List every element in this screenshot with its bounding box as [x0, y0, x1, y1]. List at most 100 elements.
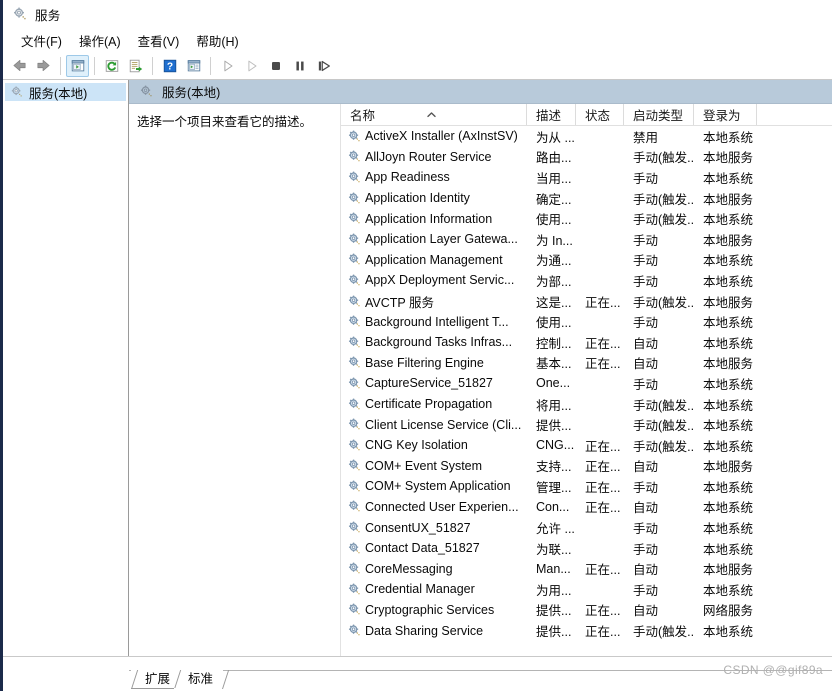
- cell-service-description: 为 In...: [536, 233, 573, 248]
- cell-service-logon: 本地服务: [703, 151, 754, 166]
- toolbar-pause-service[interactable]: [288, 55, 311, 77]
- column-header-name[interactable]: 名称: [341, 104, 527, 125]
- column-header-name-label: 名称: [350, 109, 376, 123]
- tab-standard[interactable]: 标准: [174, 670, 224, 689]
- column-header-log-on-as[interactable]: 登录为: [694, 104, 757, 125]
- cell-service-startup: 自动: [633, 357, 659, 372]
- cell-service-name: CNG Key Isolation: [341, 438, 527, 453]
- table-row[interactable]: Base Filtering Engine 基本... 正在... 自动 本地服务: [341, 353, 832, 374]
- cell-service-status: 正在...: [585, 480, 621, 495]
- toolbar-restart-service[interactable]: [312, 55, 335, 77]
- cell-service-logon: 本地系统: [703, 316, 754, 331]
- menu-file[interactable]: 文件(F): [13, 29, 71, 52]
- toolbar-separator-1: [60, 56, 61, 75]
- toolbar-stop-service[interactable]: [264, 55, 287, 77]
- cell-service-description: 支持...: [536, 460, 572, 475]
- cell-service-startup: 手动(触发...: [633, 151, 694, 166]
- cell-service-startup: 手动(触发...: [633, 419, 694, 434]
- service-gear-icon: [347, 417, 362, 432]
- toolbar-properties[interactable]: [182, 55, 205, 77]
- cell-service-name: CoreMessaging: [341, 561, 527, 576]
- table-row[interactable]: Cryptographic Services 提供... 正在... 自动 网络服务: [341, 600, 832, 621]
- sort-ascending-icon: [427, 107, 436, 118]
- table-row[interactable]: ConsentUX_51827 允许 ... 手动 本地系统: [341, 517, 832, 538]
- service-gear-icon: [347, 149, 362, 164]
- column-header-status[interactable]: 状态: [576, 104, 624, 125]
- column-header-description[interactable]: 描述: [527, 104, 576, 125]
- column-header-startup-type-label: 启动类型: [633, 109, 684, 123]
- table-row[interactable]: Contact Data_51827 为联... 手动 本地系统: [341, 538, 832, 559]
- table-row[interactable]: CaptureService_51827 One... 手动 本地系统: [341, 373, 832, 394]
- cell-service-description: Con...: [536, 499, 570, 514]
- tree-node-services-local[interactable]: 服务(本地): [5, 83, 126, 101]
- cell-service-name: COM+ Event System: [341, 458, 527, 473]
- cell-service-name: ActiveX Installer (AxInstSV): [341, 129, 527, 144]
- menu-view[interactable]: 查看(V): [130, 29, 189, 52]
- table-row[interactable]: COM+ Event System 支持... 正在... 自动 本地服务: [341, 456, 832, 477]
- toolbar-back[interactable]: [8, 55, 31, 77]
- table-row[interactable]: AVCTP 服务 这是... 正在... 手动(触发... 本地服务: [341, 291, 832, 312]
- cell-service-description: 路由...: [536, 151, 572, 166]
- start-service-icon: [223, 60, 232, 71]
- cell-service-name: Application Identity: [341, 191, 527, 206]
- service-gear-icon: [347, 355, 362, 370]
- table-row[interactable]: Credential Manager 为用... 手动 本地系统: [341, 579, 832, 600]
- table-row[interactable]: Application Information 使用... 手动(触发... 本地系统: [341, 208, 832, 229]
- table-row[interactable]: Data Sharing Service 提供... 正在... 手动(触发... 本地…: [341, 620, 832, 641]
- table-row[interactable]: AllJoyn Router Service 路由... 手动(触发... 本地服务: [341, 147, 832, 168]
- table-row[interactable]: Background Tasks Infras... 控制... 正在... 自动 本地…: [341, 332, 832, 353]
- table-row[interactable]: ActiveX Installer (AxInstSV) 为从 ... 禁用 本地系统: [341, 126, 832, 147]
- cell-service-logon: 本地系统: [703, 625, 754, 640]
- table-row[interactable]: Certificate Propagation 将用... 手动(触发... 本地系统: [341, 394, 832, 415]
- service-name-label: Background Tasks Infras...: [365, 335, 513, 350]
- table-row[interactable]: App Readiness 当用... 手动 本地系统: [341, 167, 832, 188]
- table-row[interactable]: Application Management 为通... 手动 本地系统: [341, 250, 832, 271]
- column-header-startup-type[interactable]: 启动类型: [624, 104, 694, 125]
- toolbar: ?: [3, 52, 832, 80]
- table-row[interactable]: Background Intelligent T... 使用... 手动 本地系统: [341, 311, 832, 332]
- cell-service-logon: 本地服务: [703, 460, 754, 475]
- tab-extended[interactable]: 扩展: [131, 670, 181, 689]
- table-row[interactable]: AppX Deployment Servic... 为部... 手动 本地系统: [341, 270, 832, 291]
- toolbar-export-list[interactable]: [124, 55, 147, 77]
- toolbar-refresh[interactable]: [100, 55, 123, 77]
- toolbar-help[interactable]: ?: [158, 55, 181, 77]
- refresh-icon: [105, 59, 118, 72]
- menu-help[interactable]: 帮助(H): [188, 29, 247, 52]
- service-description-placeholder: 选择一个项目来查看它的描述。: [137, 115, 313, 129]
- service-gear-icon: [347, 335, 362, 350]
- cell-service-startup: 手动: [633, 233, 659, 248]
- column-header-status-label: 状态: [585, 109, 611, 123]
- cell-service-name: Application Information: [341, 211, 527, 226]
- toolbar-resume-service[interactable]: [240, 55, 263, 77]
- cell-service-description: 将用...: [536, 398, 572, 413]
- back-arrow-icon: [13, 59, 26, 72]
- toolbar-start-service[interactable]: [216, 55, 239, 77]
- table-row[interactable]: Connected User Experien... Con... 正在... 自动 本…: [341, 497, 832, 518]
- service-name-label: Application Information: [365, 211, 493, 226]
- table-row[interactable]: COM+ System Application 管理... 正在... 手动 本地系统: [341, 476, 832, 497]
- cell-service-name: Credential Manager: [341, 582, 527, 597]
- cell-service-name: Cryptographic Services: [341, 602, 527, 617]
- table-row[interactable]: Client License Service (Cli... 提供... 手动(触发…: [341, 414, 832, 435]
- cell-service-description: 使用...: [536, 316, 572, 331]
- service-gear-icon: [347, 438, 362, 453]
- table-row[interactable]: CoreMessaging Man... 正在... 自动 本地服务: [341, 558, 832, 579]
- cell-service-startup: 手动(触发...: [633, 398, 694, 413]
- cell-service-startup: 手动: [633, 254, 659, 269]
- toolbar-show-hide-tree[interactable]: [66, 54, 89, 77]
- table-row[interactable]: Application Identity 确定... 手动(触发... 本地服务: [341, 188, 832, 209]
- cell-service-description: Man...: [536, 561, 571, 576]
- cell-service-logon: 本地系统: [703, 377, 754, 392]
- table-row[interactable]: Application Layer Gatewa... 为 In... 手动 本地服务: [341, 229, 832, 250]
- cell-service-logon: 本地系统: [703, 480, 754, 495]
- services-list-rows[interactable]: ActiveX Installer (AxInstSV) 为从 ... 禁用 本地系统…: [341, 126, 832, 657]
- cell-service-logon: 本地系统: [703, 398, 754, 413]
- cell-service-logon: 本地系统: [703, 522, 754, 537]
- table-row[interactable]: CNG Key Isolation CNG... 正在... 手动(触发... 本地系统: [341, 435, 832, 456]
- menu-action[interactable]: 操作(A): [71, 29, 130, 52]
- toolbar-forward[interactable]: [32, 55, 55, 77]
- service-gear-icon: [347, 211, 362, 226]
- column-header-log-on-as-label: 登录为: [703, 109, 741, 123]
- service-name-label: AppX Deployment Servic...: [365, 273, 515, 288]
